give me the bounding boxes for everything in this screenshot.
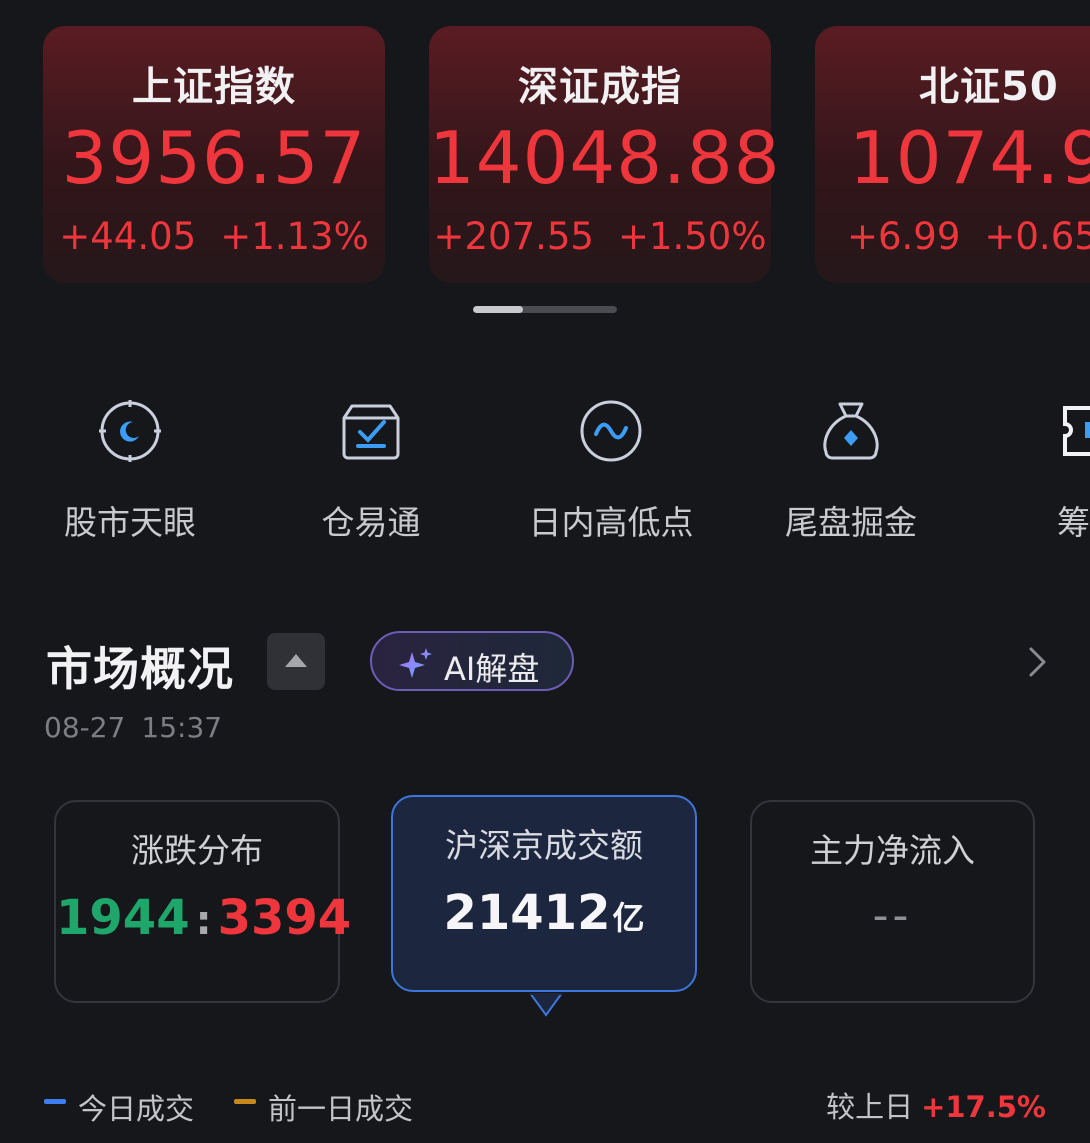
compare-value: +17.5% (921, 1090, 1046, 1124)
tool-label: 尾盘掘金 (785, 503, 917, 542)
legend-swatch-yesterday (234, 1099, 256, 1104)
index-card-beizheng[interactable]: 北证50 1074.96 +6.99 +0.65% (815, 26, 1090, 283)
index-change: +6.99 +0.65% (847, 218, 1090, 255)
stat-label: 沪深京成交额 (445, 826, 643, 865)
index-change-percent: +1.50% (617, 215, 767, 258)
market-page: 上证指数 3956.57 +44.05 +1.13% 深证成指 14048.88 … (0, 0, 1090, 1143)
index-change: +207.55 +1.50% (429, 218, 771, 255)
index-change-percent: +1.13% (220, 215, 369, 258)
stat-label: 涨跌分布 (131, 831, 263, 870)
stat-label: 主力净流入 (810, 831, 975, 870)
turnover-value: 21412 (443, 885, 611, 941)
ai-analysis-label: AI解盘 (444, 650, 540, 688)
legend-yesterday: 前一日成交 (268, 1092, 414, 1126)
index-change-points: +207.55 (433, 215, 594, 258)
index-value: 3956.57 (61, 116, 367, 200)
tool-label: 筹码 (1057, 503, 1090, 542)
turnover-unit: 亿 (612, 899, 645, 937)
wave-circle-icon (580, 400, 642, 462)
update-date: 08-27 (44, 711, 126, 744)
stat-card-net-inflow[interactable]: 主力净流入 -- (750, 800, 1035, 1003)
advancing-count: 3394 (217, 890, 352, 946)
tool-position[interactable]: 仓易通 (271, 398, 471, 544)
index-change-points: +6.99 (847, 215, 961, 258)
market-overview-title: 市场概况 (46, 642, 234, 696)
ratio-separator: : (195, 898, 212, 944)
tool-label: 仓易通 (321, 503, 421, 542)
index-value: 14048.88 (429, 116, 781, 200)
ticket-icon (1063, 406, 1090, 456)
index-change-percent: +0.65% (984, 215, 1090, 258)
legend-swatch-today (44, 1099, 66, 1104)
index-change-points: +44.05 (59, 215, 197, 258)
tool-stock-eye[interactable]: 股市天眼 (30, 398, 230, 544)
tool-label: 日内高低点 (528, 503, 694, 542)
sparkle-icon (399, 648, 432, 678)
stat-card-turnover[interactable]: 沪深京成交额 21412亿 (391, 795, 697, 992)
active-card-pointer (530, 993, 562, 1017)
money-bag-icon (823, 402, 879, 460)
collapse-toggle-button[interactable] (267, 633, 325, 690)
tool-chips[interactable]: 筹码 (990, 398, 1090, 544)
index-name: 上证指数 (132, 64, 296, 110)
carousel-indicator-thumb (473, 306, 523, 313)
net-inflow-value: -- (872, 890, 913, 941)
tool-label: 股市天眼 (64, 503, 196, 542)
turnover-amount: 21412亿 (393, 885, 695, 943)
index-change: +44.05 +1.13% (43, 218, 385, 255)
index-cards-strip[interactable]: 上证指数 3956.57 +44.05 +1.13% 深证成指 14048.88 … (0, 26, 1090, 284)
ai-analysis-button[interactable]: AI解盘 (370, 631, 574, 691)
index-name: 深证成指 (518, 64, 682, 110)
declining-count: 1944 (56, 890, 190, 946)
stat-card-breadth[interactable]: 涨跌分布 1944:3394 (54, 800, 351, 1003)
compare-previous-day: 较上日 +17.5% (826, 1084, 1046, 1126)
tool-intraday[interactable]: 日内高低点 (511, 398, 711, 544)
carousel-page-indicator (473, 306, 617, 313)
chevron-right-icon[interactable] (1022, 645, 1052, 679)
eye-target-icon (99, 400, 161, 462)
index-card-shenzhen[interactable]: 深证成指 14048.88 +207.55 +1.50% (429, 26, 781, 283)
compare-label: 较上日 (826, 1090, 914, 1124)
update-timestamp: 08-27 15:37 (44, 711, 222, 744)
index-value: 1074.96 (849, 116, 1090, 200)
legend-today: 今日成交 (78, 1092, 195, 1126)
box-check-icon (342, 404, 400, 460)
index-name: 北证50 (919, 64, 1059, 110)
tool-closing-gold[interactable]: 尾盘掘金 (751, 398, 951, 544)
advance-decline-ratio: 1944:3394 (56, 890, 351, 948)
update-time: 15:37 (141, 711, 223, 744)
index-card-shanghai[interactable]: 上证指数 3956.57 +44.05 +1.13% (43, 26, 385, 283)
